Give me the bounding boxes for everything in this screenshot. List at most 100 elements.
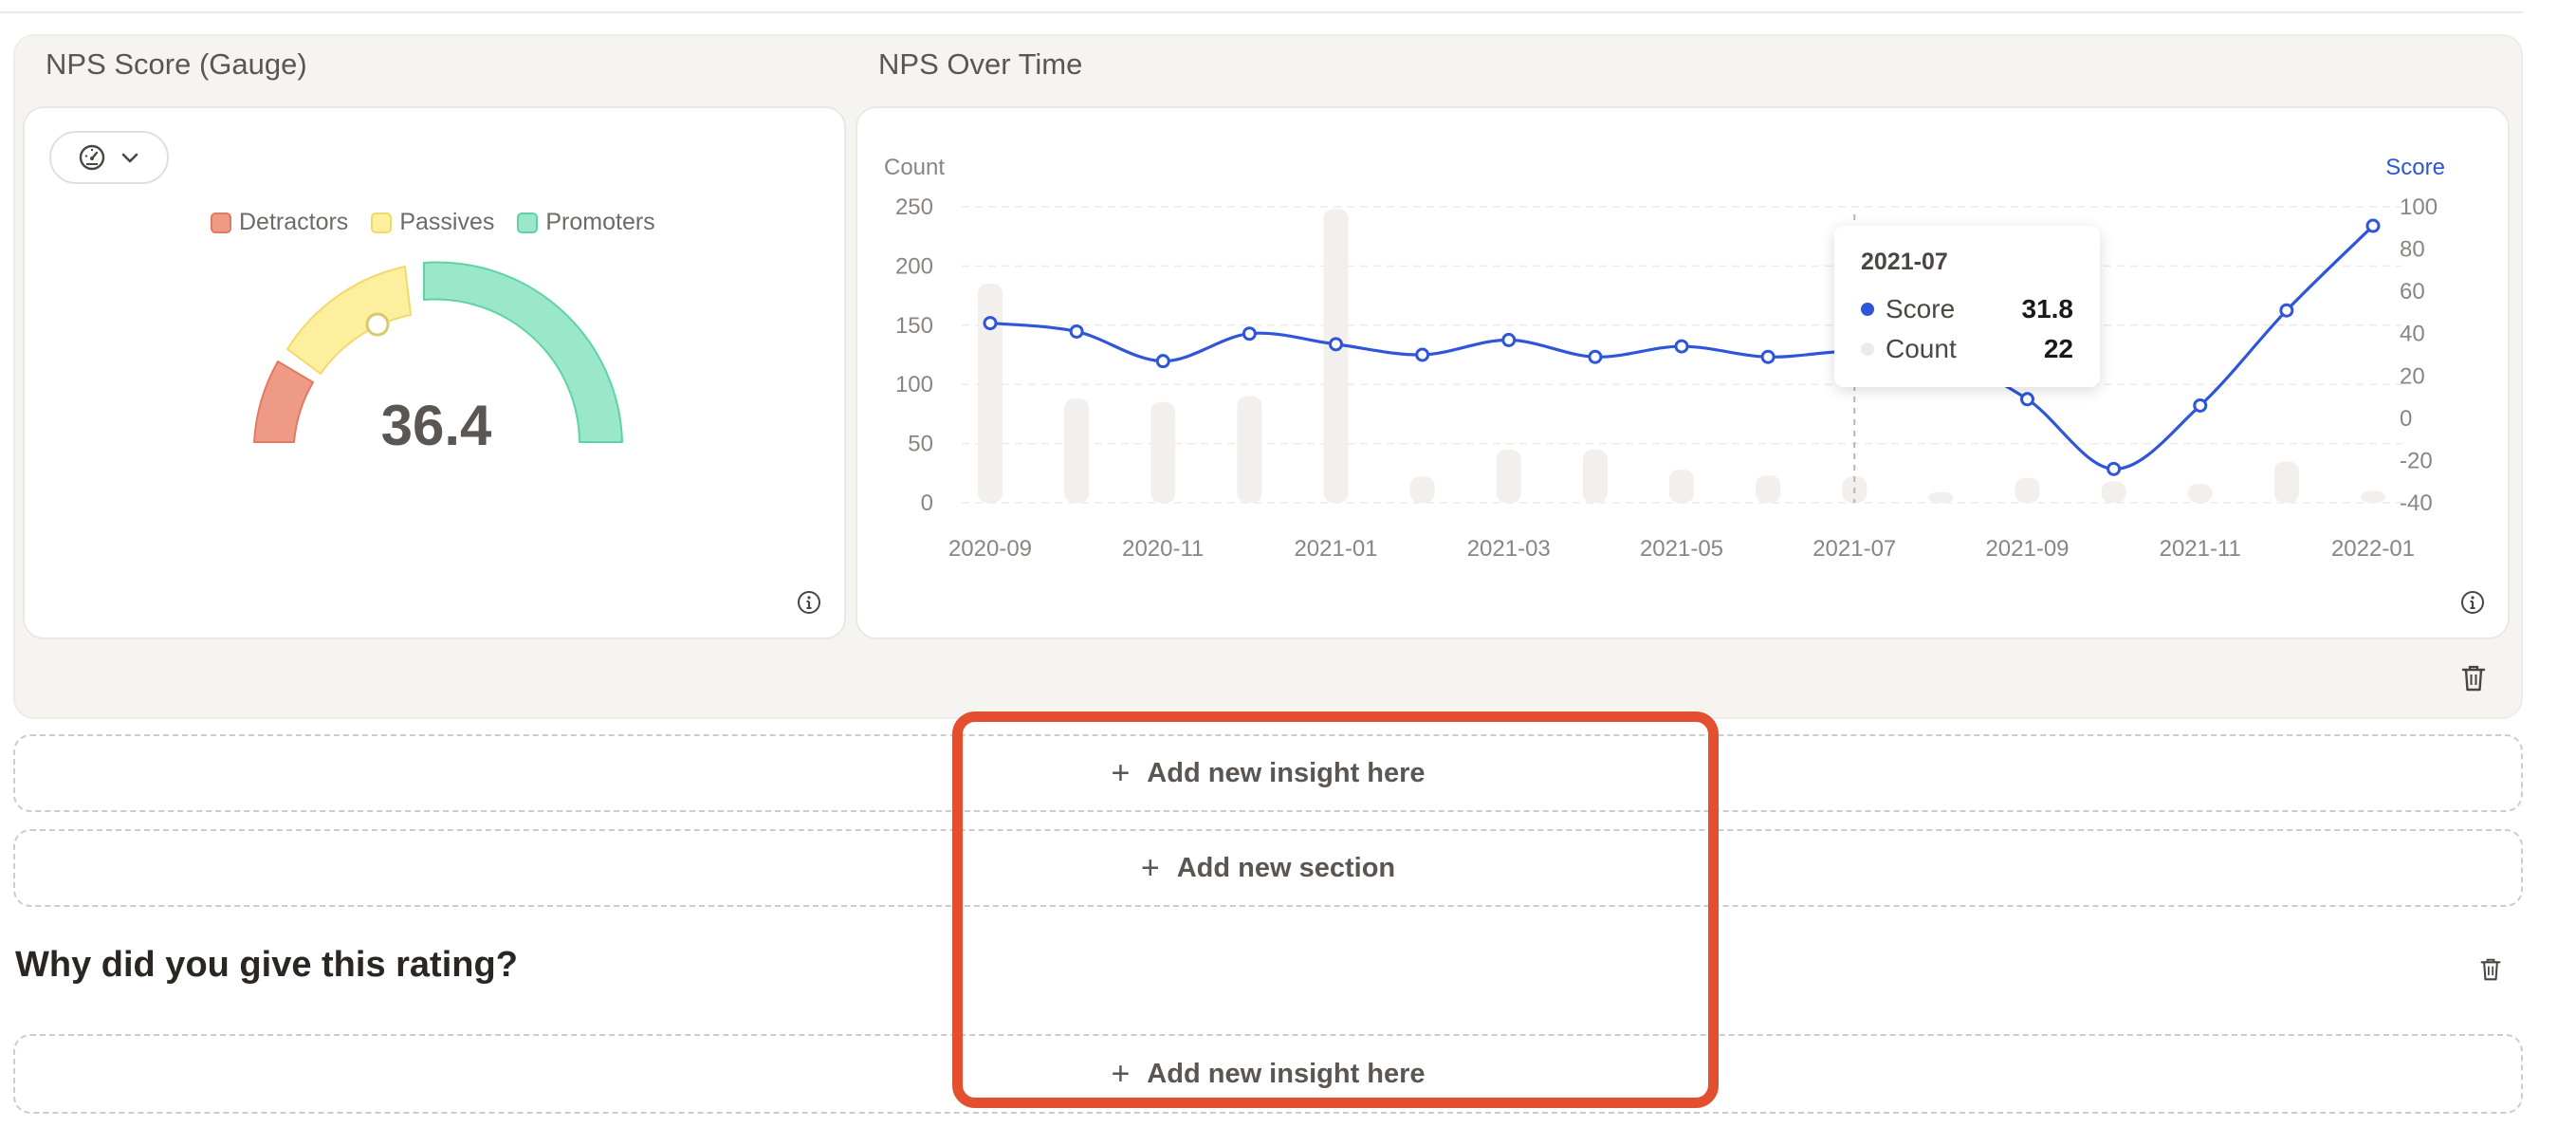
x-tick-label: 2020-09: [948, 536, 1032, 562]
detractors-arc: [253, 360, 314, 443]
chart-tooltip: 2021-07 Score 31.8 Count 22: [1834, 226, 2100, 387]
score-point: [1329, 337, 1343, 352]
plus-icon: +: [1111, 1055, 1131, 1092]
right-tick-label: 80: [2400, 237, 2425, 263]
count-bar: [1582, 449, 1608, 503]
score-point: [1501, 332, 1517, 347]
score-point: [2193, 397, 2208, 413]
count-bar: [1409, 476, 1435, 503]
nps-trend-chart: 0 50 100 150 200 250 -40 -20 0 20 40 60 80 100 Count Sc…: [884, 155, 2445, 562]
gauge-score-value: 36.4: [380, 394, 492, 457]
tooltip-row-count: Count 22: [1861, 329, 2073, 369]
score-point: [1588, 349, 1603, 364]
count-bar: [1323, 209, 1349, 503]
plus-icon: +: [1140, 849, 1160, 886]
score-dot: [1861, 303, 1874, 316]
legend-label: Promoters: [545, 209, 655, 235]
add-section-label: Add new section: [1176, 852, 1396, 883]
count-bar: [1928, 491, 1954, 503]
count-bar: [1064, 398, 1090, 503]
delete-section-icon[interactable]: [2460, 664, 2487, 693]
right-tick-label: 60: [2400, 279, 2425, 305]
count-bar: [1150, 401, 1176, 503]
score-point: [1242, 326, 1257, 342]
x-tick-label: 2020-11: [1122, 536, 1204, 562]
chevron-down-icon: [121, 153, 138, 163]
right-tick-label: 20: [2400, 363, 2425, 389]
left-tick-label: 50: [908, 432, 933, 457]
x-tick-label: 2021-09: [1985, 536, 2069, 562]
left-tick-label: 0: [921, 490, 933, 516]
left-tick-label: 150: [895, 313, 933, 339]
score-point: [2107, 461, 2122, 476]
x-tick-label: 2021-05: [1640, 536, 1723, 562]
score-point: [1760, 349, 1776, 364]
x-tick-label: 2022-01: [2331, 536, 2415, 562]
score-marker: [365, 312, 390, 337]
right-tick-label: 0: [2400, 406, 2412, 432]
legend-item-detractors: Detractors: [211, 209, 348, 236]
right-tick-label: -40: [2400, 490, 2433, 516]
x-tick-label: 2021-11: [2160, 536, 2241, 562]
tooltip-label: Count: [1886, 334, 1957, 363]
count-bar: [2101, 481, 2126, 503]
score-point: [2365, 218, 2381, 233]
x-tick-label: 2021-03: [1467, 536, 1551, 562]
tooltip-value: 31.8: [2021, 294, 2074, 323]
count-bar: [1237, 396, 1262, 503]
left-axis-title: Count: [884, 155, 945, 180]
tooltip-date: 2021-07: [1861, 249, 1948, 275]
legend-item-promoters: Promoters: [517, 209, 655, 236]
count-bar: [2361, 490, 2385, 503]
left-tick-label: 250: [895, 194, 933, 220]
passives-arc: [286, 266, 412, 375]
right-axis-title: Score: [2385, 155, 2445, 180]
passives-swatch: [371, 212, 393, 233]
score-point: [1415, 347, 1430, 362]
count-bar: [2015, 477, 2040, 503]
left-tick-label: 100: [895, 372, 933, 397]
count-bar: [2187, 484, 2213, 503]
tooltip-row-score: Score 31.8: [1861, 289, 2073, 329]
add-insight-label: Add new insight here: [1147, 757, 1426, 788]
score-point: [1674, 339, 1689, 354]
add-section-button[interactable]: + Add new section: [13, 829, 2523, 907]
legend-item-passives: Passives: [371, 209, 494, 236]
x-tick-label: 2021-01: [1294, 536, 1377, 562]
visualization-switch[interactable]: [49, 131, 169, 184]
score-point: [1069, 323, 1084, 339]
right-tick-label: 100: [2400, 194, 2438, 220]
info-icon[interactable]: [2460, 590, 2485, 615]
gauge-icon: [79, 144, 105, 171]
tooltip-label: Score: [1886, 294, 1956, 323]
score-point: [2020, 392, 2034, 407]
count-bar: [1496, 449, 1521, 503]
gauge-legend: Detractors Passives Promoters: [211, 209, 669, 236]
delete-section-icon[interactable]: [2479, 957, 2502, 982]
left-tick-label: 200: [895, 253, 933, 279]
section-title: Why did you give this rating?: [15, 945, 518, 985]
add-insight-button[interactable]: + Add new insight here: [13, 734, 2523, 812]
right-tick-label: -20: [2400, 448, 2433, 473]
promoters-swatch: [517, 212, 539, 233]
score-point: [983, 316, 998, 331]
gauge-widget-title: NPS Score (Gauge): [46, 47, 307, 81]
add-insight-label: Add new insight here: [1147, 1058, 1426, 1089]
info-icon[interactable]: [797, 590, 821, 615]
legend-label: Passives: [399, 209, 495, 235]
top-divider: [0, 11, 2523, 13]
detractors-swatch: [211, 212, 231, 233]
right-tick-label: 40: [2400, 322, 2425, 347]
x-tick-label: 2021-07: [1812, 536, 1896, 562]
tooltip-value: 22: [2043, 334, 2073, 363]
count-dot: [1861, 342, 1874, 356]
plus-icon: +: [1111, 754, 1131, 791]
count-bar: [1756, 475, 1781, 503]
count-bar: [2273, 461, 2299, 503]
score-point: [1155, 354, 1170, 369]
legend-label: Detractors: [239, 209, 349, 235]
add-insight-button[interactable]: + Add new insight here: [13, 1034, 2523, 1114]
trend-widget-title: NPS Over Time: [878, 47, 1083, 81]
count-bar: [1669, 470, 1694, 503]
score-point: [2279, 303, 2294, 318]
